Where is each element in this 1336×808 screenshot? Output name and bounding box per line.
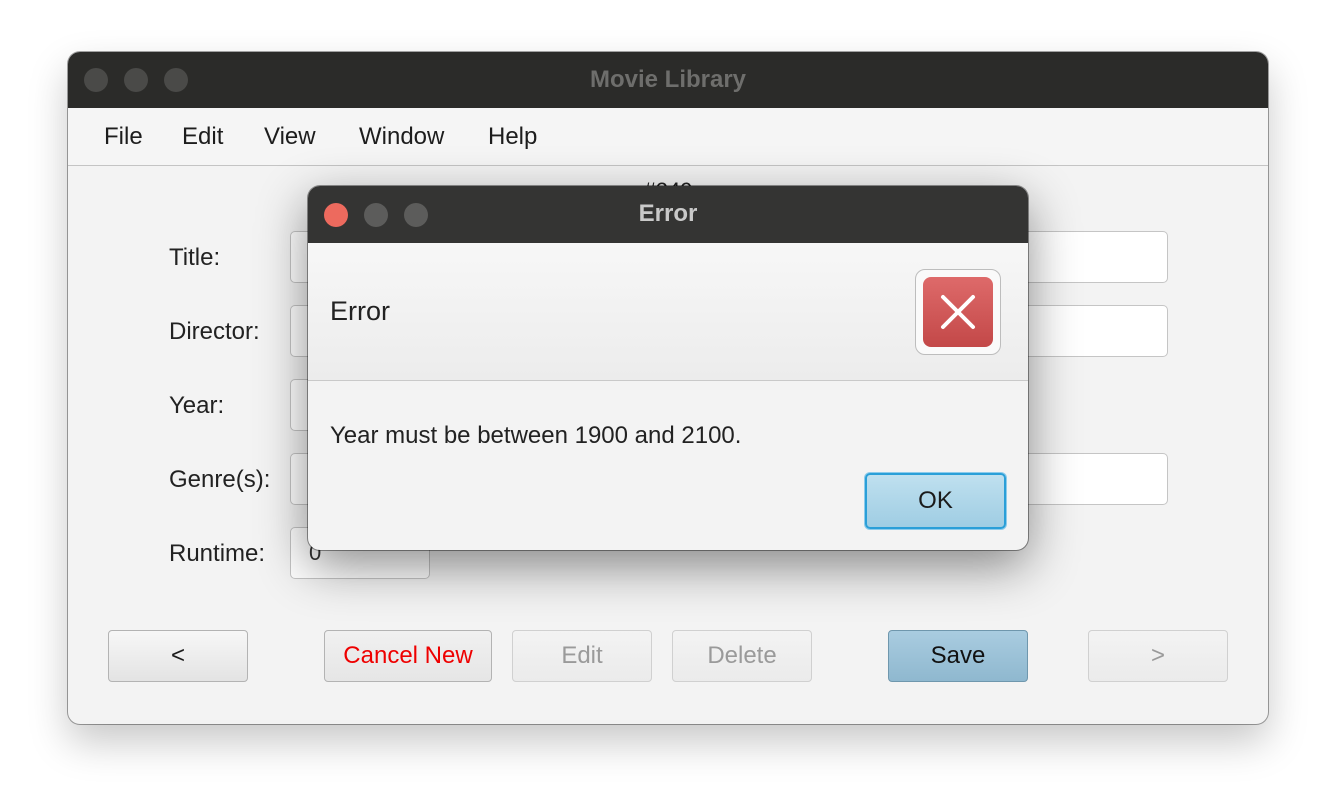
next-button[interactable]: >	[1088, 630, 1228, 682]
window-title: Movie Library	[589, 66, 747, 93]
menu-view[interactable]: View	[264, 123, 316, 151]
dialog-title-bar: Error	[308, 186, 1028, 243]
runtime-label: Runtime:	[169, 540, 266, 567]
error-icon-frame	[915, 269, 1001, 355]
dialog-message: Year must be between 1900 and 2100.	[330, 422, 742, 449]
error-x-icon	[923, 277, 993, 347]
error-dialog: Error Error Year must be between 1900 an…	[308, 186, 1028, 550]
menu-edit[interactable]: Edit	[182, 123, 223, 151]
previous-button[interactable]: <	[108, 630, 248, 682]
dialog-heading: Error	[330, 296, 390, 326]
cancel-new-button[interactable]: Cancel New	[324, 630, 492, 682]
ok-button[interactable]: OK	[865, 473, 1006, 529]
menu-bar: File Edit View Window Help	[68, 108, 1268, 166]
delete-button[interactable]: Delete	[672, 630, 812, 682]
year-label: Year:	[169, 392, 225, 419]
menu-file[interactable]: File	[104, 123, 143, 151]
menu-help[interactable]: Help	[488, 123, 537, 151]
dialog-header: Error	[308, 243, 1028, 381]
title-label: Title:	[169, 244, 221, 271]
dialog-title: Error	[638, 200, 698, 227]
director-label: Director:	[169, 318, 260, 345]
save-button[interactable]: Save	[888, 630, 1028, 682]
title-bar: Movie Library	[68, 52, 1268, 108]
genres-label: Genre(s):	[169, 466, 271, 493]
edit-button[interactable]: Edit	[512, 630, 652, 682]
menu-window[interactable]: Window	[359, 123, 444, 151]
